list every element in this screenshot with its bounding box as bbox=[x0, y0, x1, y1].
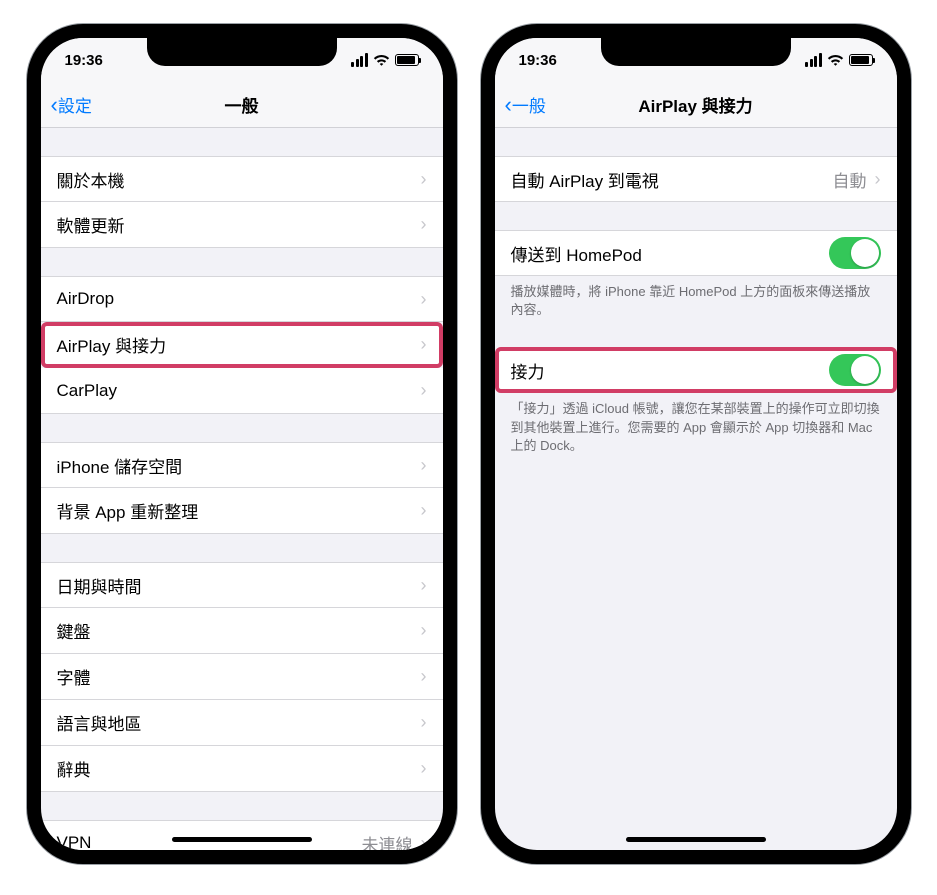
notch bbox=[147, 38, 337, 66]
row-detail: 未連線 bbox=[362, 831, 413, 851]
settings-group: 關於本機 › 軟體更新 › bbox=[41, 156, 443, 248]
home-indicator[interactable] bbox=[626, 837, 766, 842]
back-button[interactable]: ‹ 一般 bbox=[505, 92, 546, 118]
settings-group: 自動 AirPlay 到電視 自動 › bbox=[495, 156, 897, 202]
chevron-right-icon: › bbox=[875, 169, 881, 190]
row-about[interactable]: 關於本機 › bbox=[41, 156, 443, 202]
row-background-refresh[interactable]: 背景 App 重新整理 › bbox=[41, 488, 443, 534]
row-transfer-homepod[interactable]: 傳送到 HomePod bbox=[495, 230, 897, 276]
chevron-right-icon: › bbox=[421, 575, 427, 596]
wifi-icon bbox=[373, 54, 390, 67]
row-label: iPhone 儲存空間 bbox=[57, 453, 183, 478]
phone-right: 19:36 ‹ 一般 AirPlay 與接力 自動 AirPlay 到電視 自動… bbox=[481, 24, 911, 864]
row-vpn[interactable]: VPN 未連線 › bbox=[41, 820, 443, 850]
back-label: 設定 bbox=[58, 92, 92, 117]
row-label: 辭典 bbox=[57, 756, 91, 781]
row-label: 字體 bbox=[57, 664, 91, 689]
settings-list: 關於本機 › 軟體更新 › AirDrop › AirPlay 與接力 › Ca… bbox=[41, 128, 443, 850]
chevron-right-icon: › bbox=[421, 620, 427, 641]
chevron-right-icon: › bbox=[421, 833, 427, 851]
row-auto-airplay-tv[interactable]: 自動 AirPlay 到電視 自動 › bbox=[495, 156, 897, 202]
row-label: 傳送到 HomePod bbox=[511, 241, 642, 266]
settings-group: 傳送到 HomePod 播放媒體時，將 iPhone 靠近 HomePod 上方… bbox=[495, 230, 897, 319]
status-icons bbox=[351, 53, 419, 67]
row-fonts[interactable]: 字體 › bbox=[41, 654, 443, 700]
chevron-left-icon: ‹ bbox=[51, 92, 58, 118]
row-label: 關於本機 bbox=[57, 167, 125, 192]
settings-group: 接力 「接力」透過 iCloud 帳號，讓您在某部裝置上的操作可立即切換到其他裝… bbox=[495, 347, 897, 455]
wifi-icon bbox=[827, 54, 844, 67]
chevron-right-icon: › bbox=[421, 214, 427, 235]
row-detail: 自動 bbox=[833, 167, 867, 192]
chevron-right-icon: › bbox=[421, 169, 427, 190]
chevron-right-icon: › bbox=[421, 666, 427, 687]
row-language-region[interactable]: 語言與地區 › bbox=[41, 700, 443, 746]
row-airdrop[interactable]: AirDrop › bbox=[41, 276, 443, 322]
row-carplay[interactable]: CarPlay › bbox=[41, 368, 443, 414]
row-label: 軟體更新 bbox=[57, 212, 125, 237]
chevron-right-icon: › bbox=[421, 500, 427, 521]
row-label: AirDrop bbox=[57, 289, 115, 309]
chevron-right-icon: › bbox=[421, 712, 427, 733]
row-label: 背景 App 重新整理 bbox=[57, 498, 199, 523]
row-label: AirPlay 與接力 bbox=[57, 332, 167, 357]
toggle-homepod[interactable] bbox=[829, 237, 881, 269]
row-label: 日期與時間 bbox=[57, 573, 142, 598]
chevron-right-icon: › bbox=[421, 289, 427, 310]
nav-bar: ‹ 一般 AirPlay 與接力 bbox=[495, 82, 897, 128]
page-title: AirPlay 與接力 bbox=[638, 92, 752, 117]
cellular-signal-icon bbox=[805, 53, 822, 67]
nav-bar: ‹ 設定 一般 bbox=[41, 82, 443, 128]
group-footer: 播放媒體時，將 iPhone 靠近 HomePod 上方的面板來傳送播放內容。 bbox=[495, 276, 897, 319]
chevron-right-icon: › bbox=[421, 758, 427, 779]
settings-group: VPN 未連線 › bbox=[41, 820, 443, 850]
status-icons bbox=[805, 53, 873, 67]
status-time: 19:36 bbox=[65, 52, 103, 69]
row-label: 自動 AirPlay 到電視 bbox=[511, 167, 659, 192]
row-dictionary[interactable]: 辭典 › bbox=[41, 746, 443, 792]
chevron-right-icon: › bbox=[421, 380, 427, 401]
row-software-update[interactable]: 軟體更新 › bbox=[41, 202, 443, 248]
settings-group: 日期與時間 › 鍵盤 › 字體 › 語言與地區 › 辭典 › bbox=[41, 562, 443, 792]
row-label: VPN bbox=[57, 833, 92, 850]
row-label: CarPlay bbox=[57, 381, 117, 401]
settings-list: 自動 AirPlay 到電視 自動 › 傳送到 HomePod 播放媒體時，將 … bbox=[495, 128, 897, 850]
cellular-signal-icon bbox=[351, 53, 368, 67]
status-time: 19:36 bbox=[519, 52, 557, 69]
chevron-left-icon: ‹ bbox=[505, 92, 512, 118]
chevron-right-icon: › bbox=[421, 334, 427, 355]
settings-group: iPhone 儲存空間 › 背景 App 重新整理 › bbox=[41, 442, 443, 534]
row-date-time[interactable]: 日期與時間 › bbox=[41, 562, 443, 608]
home-indicator[interactable] bbox=[172, 837, 312, 842]
notch bbox=[601, 38, 791, 66]
row-label: 接力 bbox=[511, 358, 545, 383]
back-button[interactable]: ‹ 設定 bbox=[51, 92, 92, 118]
row-label: 語言與地區 bbox=[57, 710, 142, 735]
back-label: 一般 bbox=[512, 92, 546, 117]
phone-left: 19:36 ‹ 設定 一般 關於本機 › 軟體更新 › bbox=[27, 24, 457, 864]
chevron-right-icon: › bbox=[421, 455, 427, 476]
row-airplay-handoff[interactable]: AirPlay 與接力 › bbox=[41, 322, 443, 368]
settings-group: AirDrop › AirPlay 與接力 › CarPlay › bbox=[41, 276, 443, 414]
row-iphone-storage[interactable]: iPhone 儲存空間 › bbox=[41, 442, 443, 488]
page-title: 一般 bbox=[225, 92, 259, 117]
row-handoff[interactable]: 接力 bbox=[495, 347, 897, 393]
row-label: 鍵盤 bbox=[57, 618, 91, 643]
toggle-handoff[interactable] bbox=[829, 354, 881, 386]
battery-icon bbox=[849, 54, 873, 66]
battery-icon bbox=[395, 54, 419, 66]
row-keyboard[interactable]: 鍵盤 › bbox=[41, 608, 443, 654]
group-footer: 「接力」透過 iCloud 帳號，讓您在某部裝置上的操作可立即切換到其他裝置上進… bbox=[495, 393, 897, 455]
